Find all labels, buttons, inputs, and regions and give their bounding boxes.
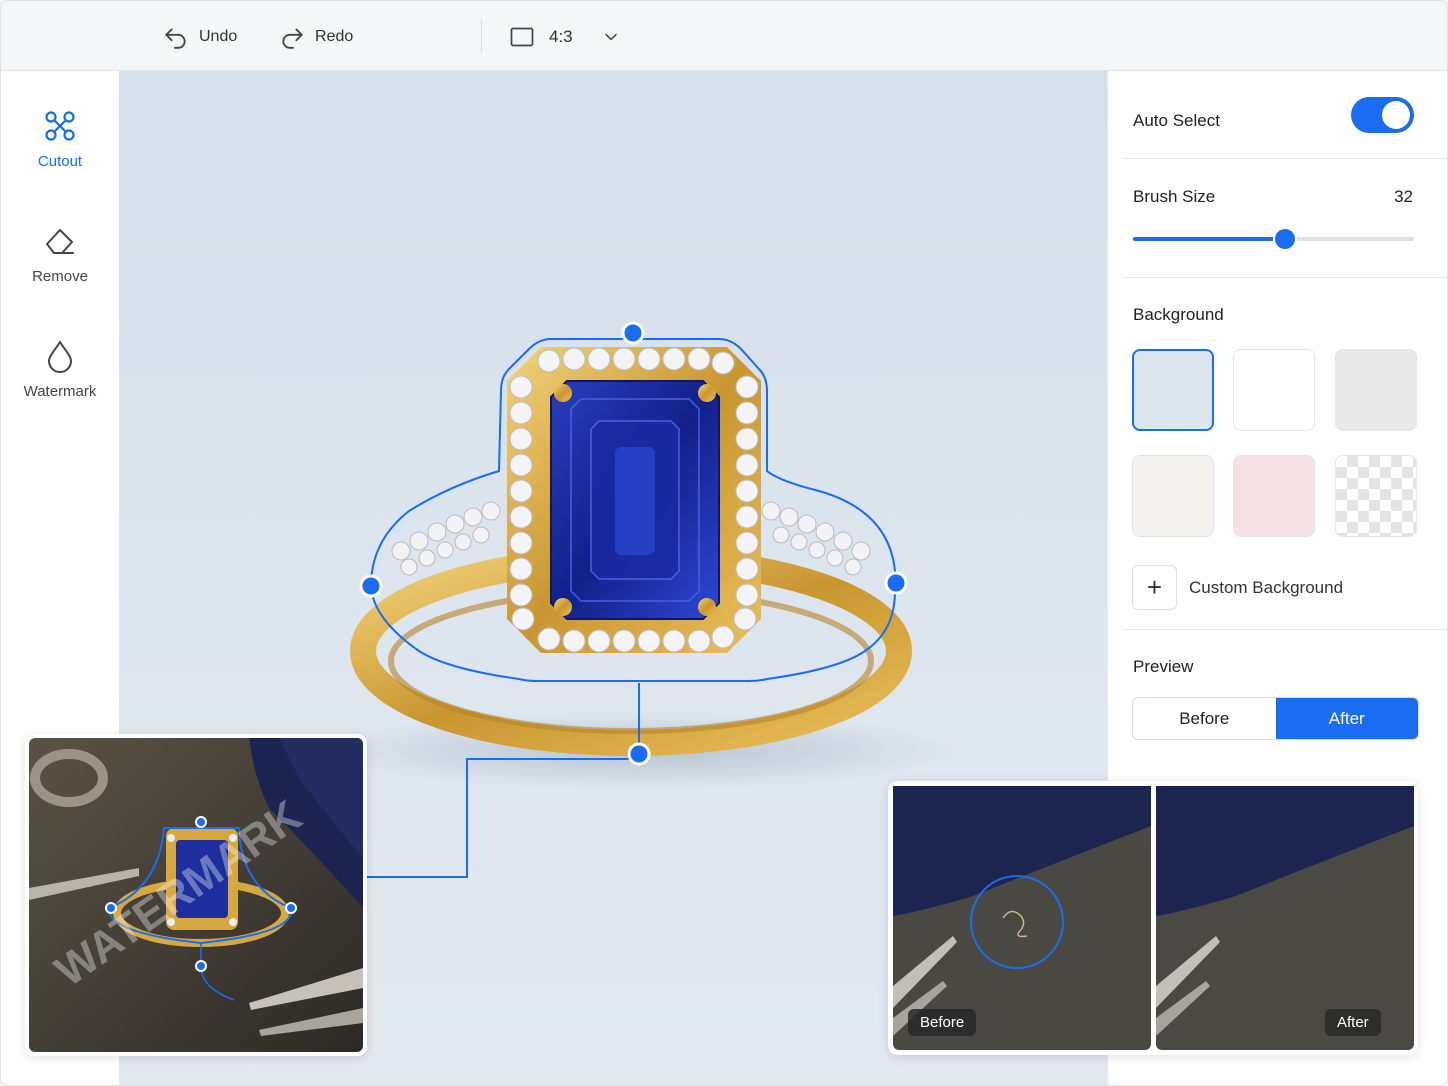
brush-size-label: Brush Size [1133,187,1216,206]
tool-remove[interactable]: Remove [1,224,119,286]
redo-button[interactable]: Redo [279,23,353,51]
brush-size-slider[interactable] [1133,229,1414,249]
preview-after-button[interactable]: After [1275,698,1418,739]
undo-icon [165,28,186,49]
background-label: Background [1133,305,1224,324]
tool-cutout-label: Cutout [37,153,83,170]
slider-thumb[interactable] [1274,229,1295,249]
undo-label: Undo [199,28,238,45]
bg-swatch-light-blue[interactable] [1132,349,1214,431]
selection-handle-left [359,574,383,598]
aspect-ratio-select[interactable]: 4:3 [509,23,621,51]
panel-divider [1122,158,1447,159]
bg-swatch-pink[interactable] [1233,455,1315,537]
eraser-icon [46,229,74,254]
toggle-knob [1382,101,1410,129]
selection-handle-bottom [627,742,651,766]
preview-toggle: Before After [1132,697,1419,740]
redo-label: Redo [315,28,354,45]
custom-background-button[interactable]: + Custom Background [1132,565,1343,610]
custom-background-label: Custom Background [1189,577,1344,597]
before-tag: Before [908,1009,977,1036]
preview-label: Preview [1133,657,1194,676]
top-toolbar: Undo Redo 4:3 [1,1,1447,71]
bg-swatch-cream[interactable] [1132,455,1214,537]
bg-swatch-white[interactable] [1233,349,1315,431]
redo-icon [282,28,303,49]
toolbar-divider [481,19,482,53]
chevron-down-icon [604,33,617,41]
preview-before-button[interactable]: Before [1133,698,1276,739]
bg-swatch-light-gray[interactable] [1335,349,1417,431]
cleanup-comparison-card: Before After [888,781,1418,1055]
plus-icon: + [1132,565,1177,610]
bg-swatch-transparent[interactable] [1335,455,1417,537]
selection-handle-top [621,321,645,345]
original-photo-thumbnail: WATERMARK [29,738,363,1052]
panel-divider [1122,277,1447,278]
undo-button[interactable]: Undo [163,23,237,51]
selection-handle-right [884,571,908,595]
original-photo-card: WATERMARK [25,734,367,1056]
auto-select-label: Auto Select [1133,111,1220,130]
aspect-ratio-value: 4:3 [549,27,573,46]
editor-window: Undo Redo 4:3 Cutout Remove Watermark Au… [0,0,1448,1086]
tool-watermark-label: Watermark [23,383,97,400]
tool-cutout[interactable]: Cutout [1,109,119,171]
slider-fill [1133,237,1285,241]
after-tag: After [1325,1009,1381,1036]
auto-select-toggle[interactable] [1351,97,1414,133]
tool-watermark[interactable]: Watermark [1,339,119,401]
panel-divider [1122,629,1447,630]
brush-size-value: 32 [1394,187,1413,206]
droplet-icon [48,341,72,373]
crop-frame-icon [510,27,534,47]
scissors-icon [45,111,75,141]
tool-remove-label: Remove [32,268,88,285]
